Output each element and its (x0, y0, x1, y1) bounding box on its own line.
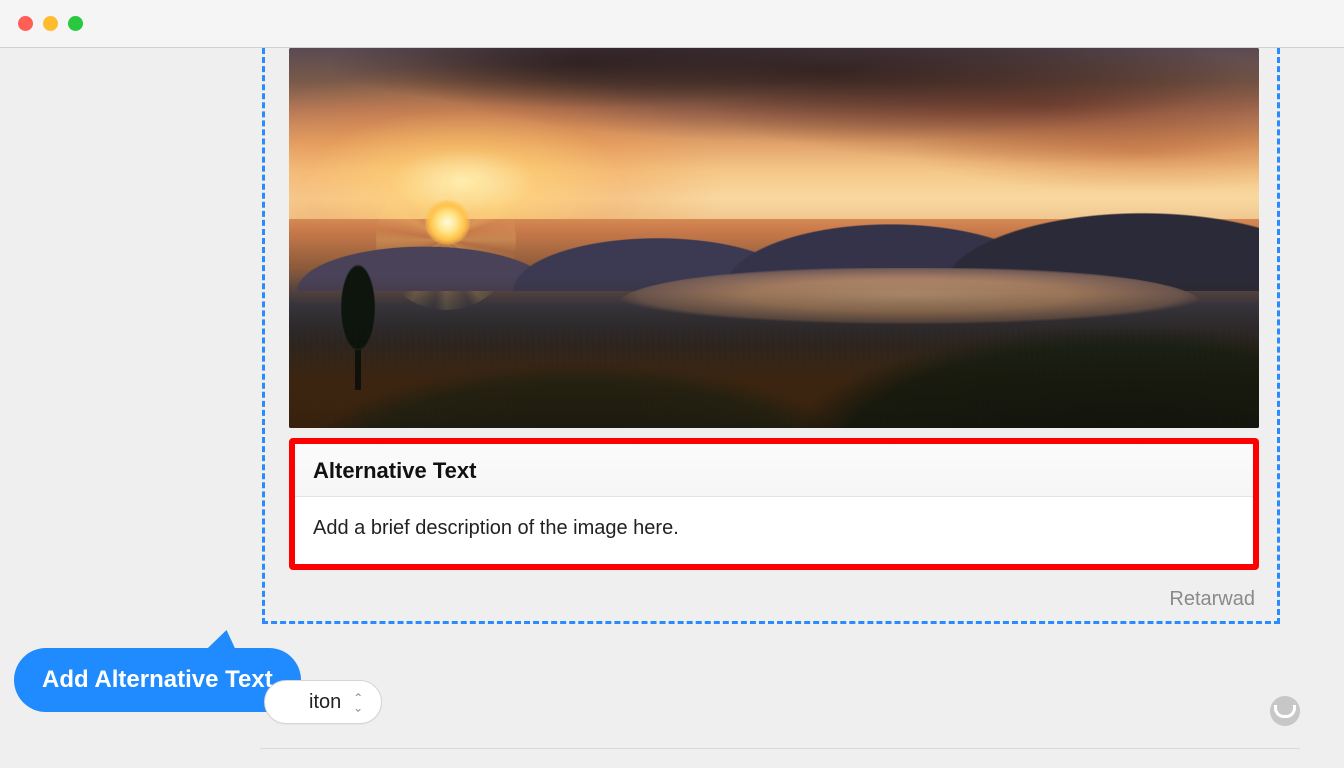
tutorial-callout: Add Alternative Text (14, 648, 301, 712)
callout-tail-icon (197, 630, 252, 658)
alt-text-panel: Alternative Text Add a brief description… (289, 438, 1259, 570)
editor-workspace: Alternative Text Add a brief description… (0, 48, 1344, 768)
window-minimize-button[interactable] (43, 16, 58, 31)
chevron-up-down-icon: ⌃⌃ (353, 694, 363, 711)
window-titlebar (0, 0, 1344, 48)
image-credit-label: Retarwad (1169, 588, 1255, 611)
tutorial-callout-label: Add Alternative Text (42, 666, 273, 693)
secondary-pill-button-label: iton (309, 691, 341, 714)
section-divider (260, 748, 1300, 749)
window-close-button[interactable] (18, 16, 33, 31)
secondary-pill-button[interactable]: iton ⌃⌃ (264, 680, 382, 724)
app-logo-icon (1270, 696, 1300, 726)
alt-text-input[interactable]: Add a brief description of the image her… (295, 497, 1253, 564)
image-selection-frame[interactable]: Alternative Text Add a brief description… (262, 48, 1280, 624)
alt-text-panel-title: Alternative Text (295, 444, 1253, 497)
window-zoom-button[interactable] (68, 16, 83, 31)
selected-image[interactable] (289, 48, 1259, 428)
